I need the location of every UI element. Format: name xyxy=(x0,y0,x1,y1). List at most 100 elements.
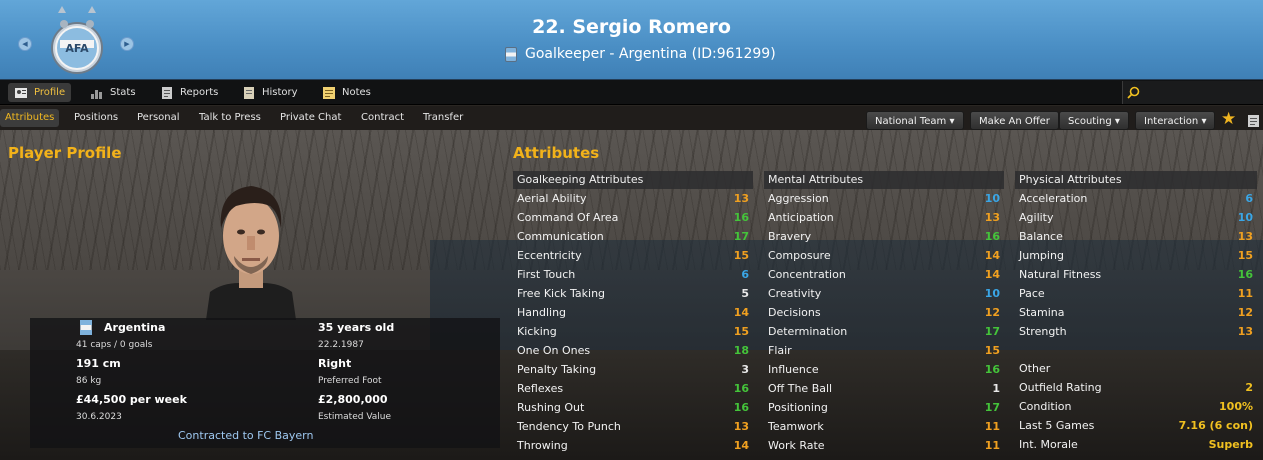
attribute-row[interactable]: Stamina 12 xyxy=(1015,303,1257,322)
attribute-value: 14 xyxy=(984,268,1000,281)
notes-page-icon[interactable] xyxy=(1247,114,1260,128)
attributes-title: Attributes xyxy=(513,144,600,162)
attribute-row[interactable]: Flair 15 xyxy=(764,341,1004,360)
attribute-row[interactable]: Acceleration 6 xyxy=(1015,189,1257,208)
attribute-value: 6 xyxy=(1245,192,1253,205)
attribute-row[interactable]: Positioning 17 xyxy=(764,398,1004,417)
attribute-name: Stamina xyxy=(1019,306,1065,319)
national-team-dropdown[interactable]: National Team ▾ xyxy=(866,111,964,130)
attribute-name: Free Kick Taking xyxy=(517,287,606,300)
attribute-row[interactable]: Penalty Taking 3 xyxy=(513,360,753,379)
attribute-value: 11 xyxy=(984,420,1000,433)
tab-profile[interactable]: Profile xyxy=(8,83,72,102)
attribute-row[interactable]: Influence 16 xyxy=(764,360,1004,379)
argentina-flag-icon xyxy=(505,46,517,62)
physical-attributes-header: Physical Attributes xyxy=(1015,171,1257,189)
argentina-flag-icon xyxy=(80,320,92,335)
attribute-row[interactable]: Int. Morale Superb xyxy=(1015,435,1257,454)
attribute-row[interactable]: Kicking 15 xyxy=(513,322,753,341)
tab-history[interactable]: History xyxy=(236,83,304,102)
mental-attributes-header: Mental Attributes xyxy=(764,171,1004,189)
subtab-contract[interactable]: Contract xyxy=(356,109,409,127)
attribute-row[interactable]: Throwing 14 xyxy=(513,436,753,455)
previous-player-button[interactable]: ◀ xyxy=(18,37,32,51)
attribute-row[interactable]: Strength 13 xyxy=(1015,322,1257,341)
attribute-row[interactable]: Rushing Out 16 xyxy=(513,398,753,417)
afa-crest-logo: AFA xyxy=(51,6,103,74)
attribute-row[interactable]: Outfield Rating 2 xyxy=(1015,378,1257,397)
attribute-row[interactable]: Bravery 16 xyxy=(764,227,1004,246)
attribute-value: 13 xyxy=(733,192,749,205)
subtab-attributes[interactable]: Attributes xyxy=(0,109,60,127)
attribute-row[interactable]: Teamwork 11 xyxy=(764,417,1004,436)
attribute-row[interactable]: Work Rate 11 xyxy=(764,436,1004,455)
attribute-row[interactable]: Off The Ball 1 xyxy=(764,379,1004,398)
attribute-row[interactable]: Composure 14 xyxy=(764,246,1004,265)
attribute-name: Bravery xyxy=(768,230,812,243)
tab-notes[interactable]: Notes xyxy=(316,83,377,102)
attribute-row[interactable]: Handling 14 xyxy=(513,303,753,322)
attribute-value: 16 xyxy=(1237,268,1253,281)
subtab-private-chat[interactable]: Private Chat xyxy=(275,109,346,127)
attribute-row[interactable]: Natural Fitness 16 xyxy=(1015,265,1257,284)
make-offer-button[interactable]: Make An Offer xyxy=(970,111,1059,130)
tab-reports[interactable]: Reports xyxy=(154,83,224,102)
search-input[interactable] xyxy=(1122,81,1263,104)
attribute-value: 13 xyxy=(984,211,1000,224)
interaction-dropdown[interactable]: Interaction ▾ xyxy=(1135,111,1216,130)
tab-stats[interactable]: Stats xyxy=(84,83,142,102)
attribute-row[interactable]: Aerial Ability 13 xyxy=(513,189,753,208)
attribute-row[interactable]: Last 5 Games 7.16 (6 con) xyxy=(1015,416,1257,435)
scouting-dropdown[interactable]: Scouting ▾ xyxy=(1059,111,1129,130)
attribute-row[interactable]: Command Of Area 16 xyxy=(513,208,753,227)
attribute-row[interactable]: Tendency To Punch 13 xyxy=(513,417,753,436)
subtab-positions[interactable]: Positions xyxy=(69,109,123,127)
attribute-name: First Touch xyxy=(517,268,576,281)
main-tab-bar: Profile Stats Reports History Notes xyxy=(0,80,1263,105)
attribute-value: 13 xyxy=(733,420,749,433)
history-icon xyxy=(244,86,254,99)
attribute-value: 11 xyxy=(984,439,1000,452)
attribute-row[interactable]: Balance 13 xyxy=(1015,227,1257,246)
attribute-row[interactable]: Communication 17 xyxy=(513,227,753,246)
attribute-name: Off The Ball xyxy=(768,382,833,395)
attribute-row[interactable]: Pace 11 xyxy=(1015,284,1257,303)
subtab-talk-to-press[interactable]: Talk to Press xyxy=(194,109,266,127)
attribute-row[interactable]: Concentration 14 xyxy=(764,265,1004,284)
attribute-name: Command Of Area xyxy=(517,211,619,224)
attribute-name: Reflexes xyxy=(517,382,564,395)
attribute-name: Int. Morale xyxy=(1019,438,1078,451)
attribute-row[interactable]: Free Kick Taking 5 xyxy=(513,284,753,303)
attribute-name: Tendency To Punch xyxy=(517,420,621,433)
attribute-row[interactable]: Decisions 12 xyxy=(764,303,1004,322)
attribute-name: Penalty Taking xyxy=(517,363,597,376)
attribute-value: 17 xyxy=(984,325,1000,338)
attribute-value: 3 xyxy=(741,363,749,376)
player-header: ◀ ▶ AFA 22. Sergio Romero Goalkeeper - A… xyxy=(0,0,1263,80)
contracted-club-link[interactable]: Contracted to FC Bayern xyxy=(178,429,313,442)
attribute-row[interactable]: One On Ones 18 xyxy=(513,341,753,360)
shortlist-star-icon[interactable]: ★ xyxy=(1221,110,1236,129)
attribute-row[interactable]: Reflexes 16 xyxy=(513,379,753,398)
attribute-row[interactable]: Anticipation 13 xyxy=(764,208,1004,227)
attribute-value: 2 xyxy=(1245,381,1253,394)
attribute-row[interactable]: Aggression 10 xyxy=(764,189,1004,208)
attribute-value: 16 xyxy=(984,363,1000,376)
chevron-down-icon: ▾ xyxy=(1114,116,1120,127)
player-weight: 86 kg xyxy=(76,376,102,386)
attribute-row[interactable]: Agility 10 xyxy=(1015,208,1257,227)
attribute-row[interactable]: Condition 100% xyxy=(1015,397,1257,416)
next-player-button[interactable]: ▶ xyxy=(120,37,134,51)
subtab-personal[interactable]: Personal xyxy=(132,109,185,127)
attribute-name: Aggression xyxy=(768,192,829,205)
attribute-row[interactable]: Creativity 10 xyxy=(764,284,1004,303)
attribute-row[interactable]: First Touch 6 xyxy=(513,265,753,284)
svg-text:AFA: AFA xyxy=(65,42,89,55)
attribute-row[interactable]: Eccentricity 15 xyxy=(513,246,753,265)
attribute-name: Condition xyxy=(1019,400,1072,413)
attribute-row[interactable]: Jumping 15 xyxy=(1015,246,1257,265)
subtab-transfer[interactable]: Transfer xyxy=(418,109,468,127)
player-subtitle: Goalkeeper - Argentina (ID:961299) xyxy=(505,45,776,63)
attribute-row[interactable]: Determination 17 xyxy=(764,322,1004,341)
attribute-name: Pace xyxy=(1019,287,1045,300)
